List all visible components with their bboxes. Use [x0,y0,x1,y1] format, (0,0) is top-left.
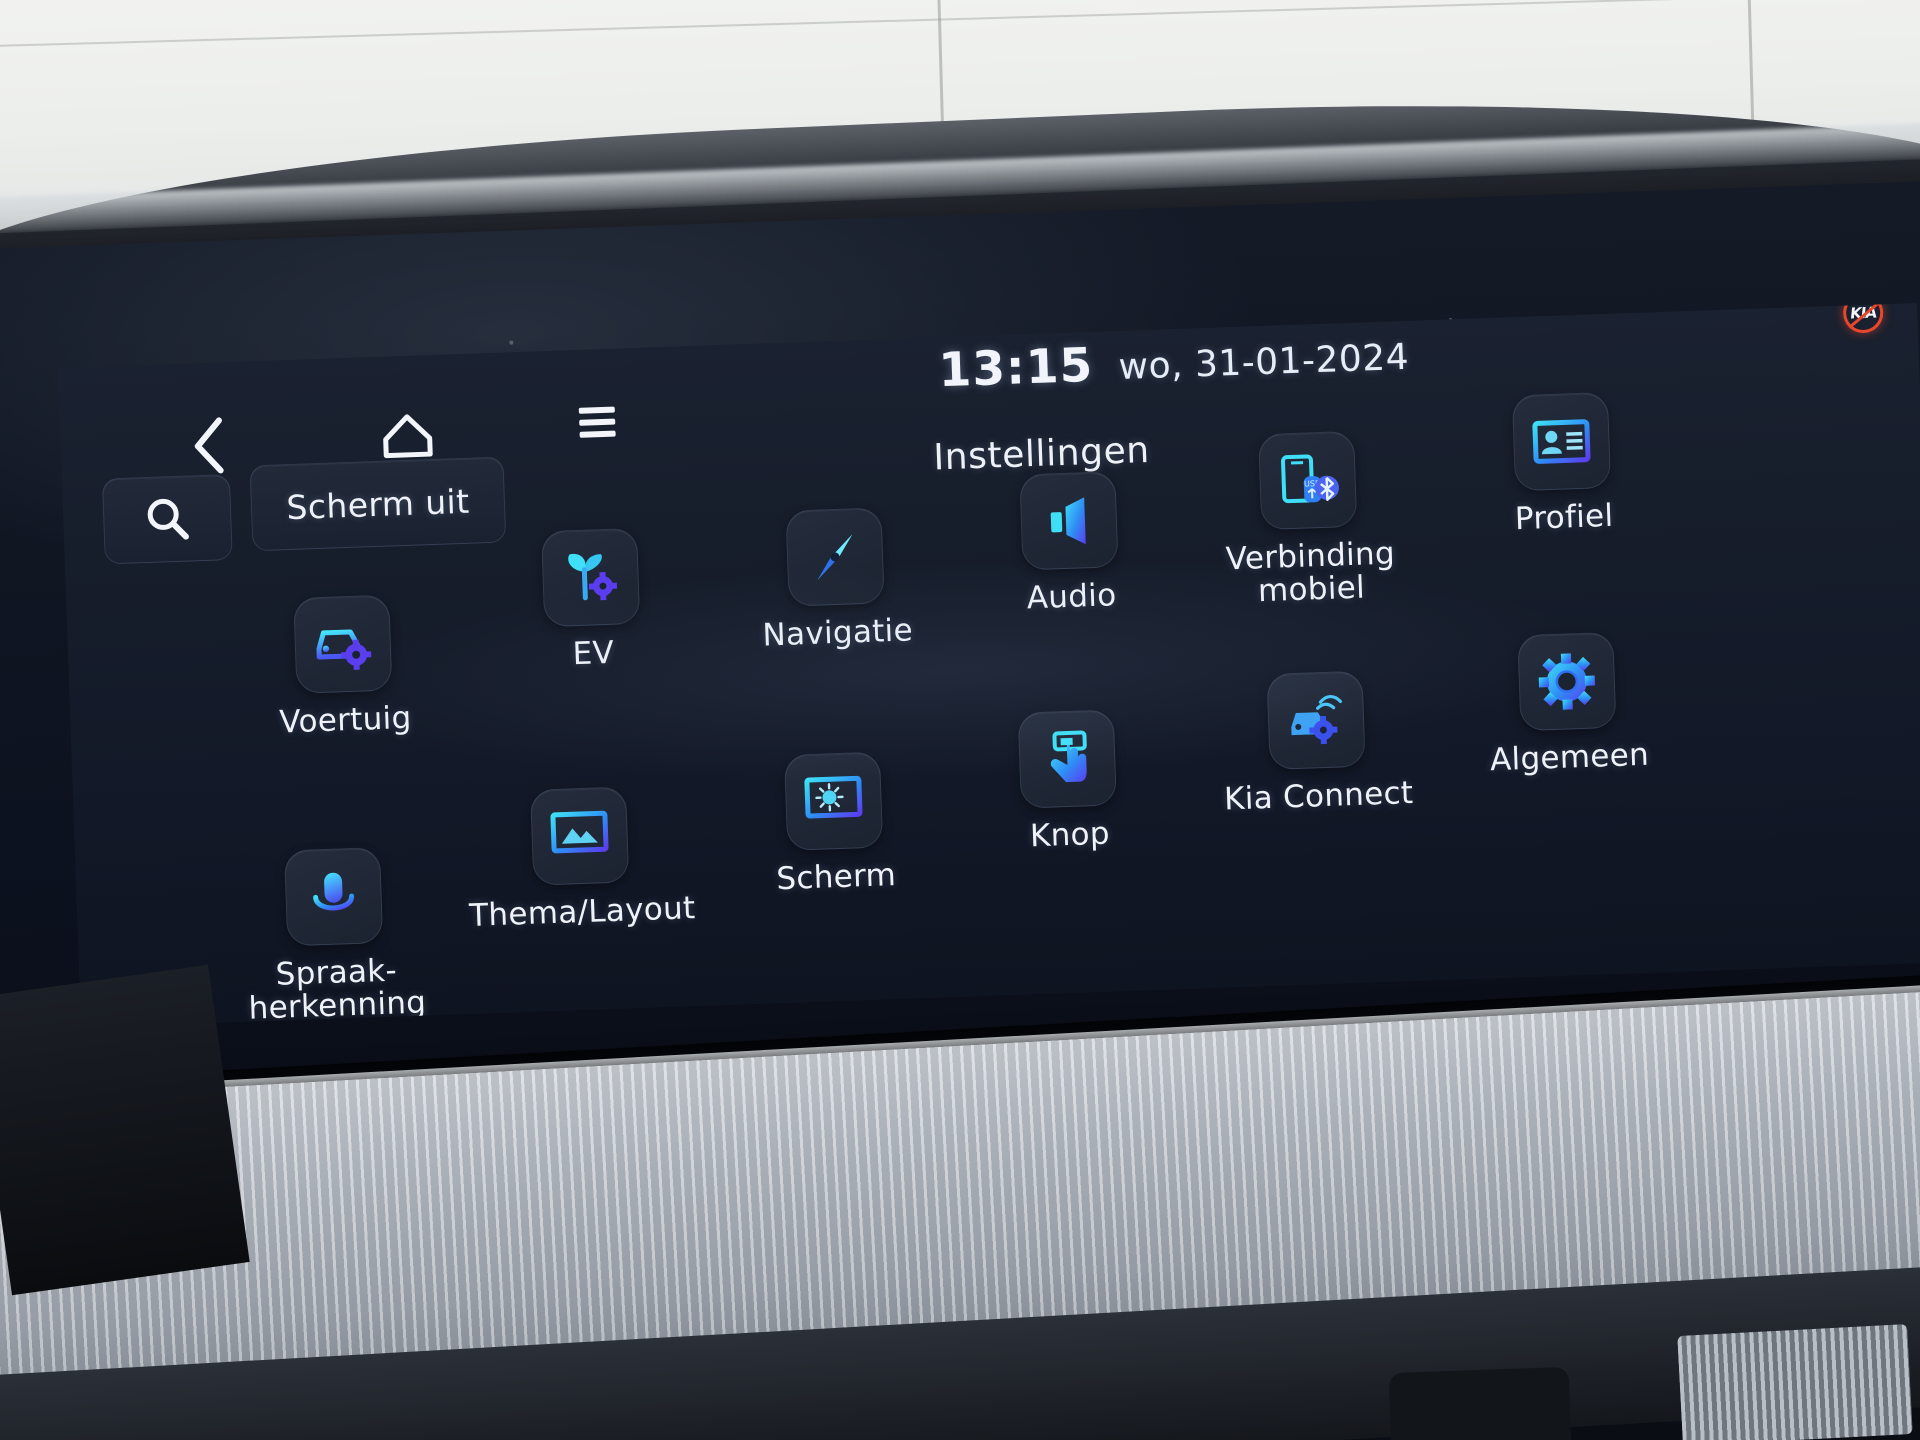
tile-label: Algemeen [1489,736,1650,779]
infotainment-screen: 13:15 wo, 31-01-2024 KIA [58,303,1920,1028]
hamburger-menu-icon [578,406,616,438]
tile-label: EV [571,634,615,673]
car-gear-icon [316,629,372,670]
left-bezel-shadow [0,964,250,1296]
tile-icon-box [293,594,393,694]
tile-icon-box [540,527,641,628]
microphone-icon [313,872,355,923]
gear-icon [1538,653,1596,710]
connected-car-icon [1291,694,1343,745]
leaf-gear-icon [568,553,618,601]
tile-icon-box [283,847,384,947]
tile-icon-box [785,507,885,607]
tile-icon-box [1517,631,1617,732]
settings-tile-kia-connect[interactable]: Kia Connect [1209,669,1424,818]
tile-label: Scherm [775,857,897,898]
tile-icon-box: USB [1258,430,1358,531]
settings-grid: Voertuig EV Navigatie Audio USB Verbindi… [63,391,1920,1028]
compass-needle-icon [817,534,853,580]
tile-icon-box [1017,709,1117,809]
settings-tile-ev[interactable]: EV [484,526,699,674]
kia-disabled-badge-icon: KIA [1842,303,1885,334]
tile-label: Audio [1026,577,1118,617]
tile-label: Profiel [1514,497,1614,538]
tile-label: Navigatie [761,612,914,654]
home-icon [383,414,433,459]
settings-tile-profiel[interactable]: Profiel [1455,390,1670,538]
tile-label: Spraak- herkenning [248,952,427,1027]
tile-icon-box [1511,391,1612,492]
monitor-picture-icon [550,810,609,861]
tile-label: Voertuig [278,699,413,741]
phone-bluetooth-usb-icon: USB [1281,454,1339,504]
settings-tile-thema-layout[interactable]: Thema/Layout [469,784,696,934]
tile-label: Knop [1029,815,1111,855]
settings-tile-navigatie[interactable]: Navigatie [728,505,943,654]
settings-tile-knop[interactable]: Knop [961,707,1176,855]
right-vent [1677,1324,1913,1440]
tile-label: Kia Connect [1223,774,1414,818]
tile-icon-box [1266,670,1366,770]
center-console-element [1388,1366,1572,1440]
tile-icon-box [530,786,630,886]
tile-icon-box [1019,471,1119,571]
settings-tile-voertuig[interactable]: Voertuig [236,593,451,741]
photo-of-kia-infotainment-screen: 13:15 wo, 31-01-2024 KIA [0,0,1920,1440]
settings-tile-algemeen[interactable]: Algemeen [1460,630,1675,778]
hand-press-button-icon [1050,730,1087,783]
tile-label: Verbinding mobiel [1225,535,1396,609]
speaker-icon [1050,497,1086,545]
settings-tile-audio[interactable]: Audio [962,469,1177,617]
settings-tile-spraakherkenning[interactable]: Spraak- herkenning [227,845,443,1027]
tile-icon-box [783,751,884,851]
monitor-brightness-icon [804,775,863,827]
settings-tile-scherm[interactable]: Scherm [727,750,942,898]
tile-label: Thema/Layout [468,890,697,934]
settings-tile-verbinding-mobiel[interactable]: USB Verbinding mobiel [1201,429,1417,609]
id-card-person-icon [1532,419,1591,464]
